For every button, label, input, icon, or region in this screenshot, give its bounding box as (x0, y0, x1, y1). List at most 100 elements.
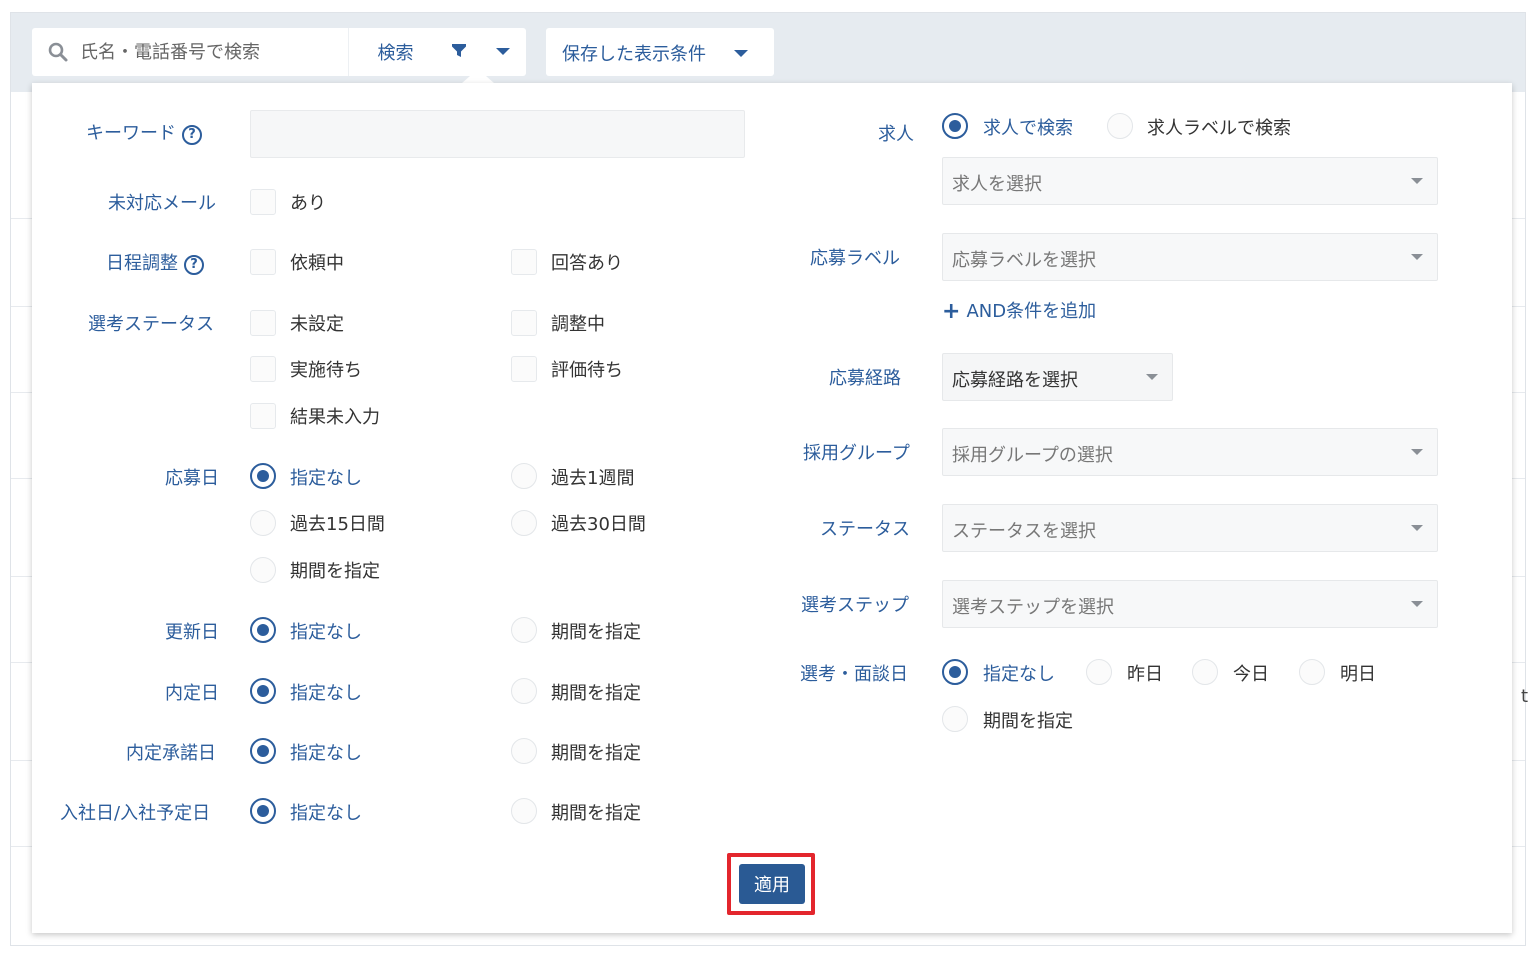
interview-range-radio[interactable] (942, 706, 968, 732)
search-icon (48, 42, 68, 62)
chevron-down-icon (496, 48, 510, 55)
join-date-label: 入社日/入社予定日 (60, 803, 211, 824)
plus-icon: + (942, 299, 961, 324)
add-condition-label: AND条件を追加 (966, 301, 1097, 322)
chevron-down-icon (1411, 449, 1423, 455)
step-label: 選考ステップ (801, 595, 909, 616)
saved-conditions-dropdown[interactable]: 保存した表示条件 (546, 28, 774, 76)
radio-label: 過去30日間 (551, 514, 646, 535)
schedule-requesting-checkbox[interactable] (250, 249, 276, 275)
updated-range-radio[interactable] (511, 617, 537, 643)
unreplied-mail-checkbox[interactable] (250, 189, 276, 215)
applied-15days-radio[interactable] (250, 510, 276, 536)
checkbox-label: 未設定 (290, 314, 344, 335)
status-evaluating-checkbox[interactable] (511, 356, 537, 382)
radio-label: 求人ラベルで検索 (1147, 118, 1291, 139)
radio-label: 明日 (1340, 664, 1376, 685)
job-label: 求人 (878, 124, 914, 145)
saved-conditions-label: 保存した表示条件 (562, 44, 706, 65)
radio-label: 指定なし (290, 743, 362, 764)
status-select[interactable]: ステータスを選択 (942, 504, 1438, 552)
panel-pointer (462, 69, 494, 83)
radio-label: 指定なし (983, 664, 1055, 685)
status-label: ステータス (820, 519, 910, 540)
route-label: 応募経路 (829, 368, 901, 389)
job-label-search-radio[interactable] (1107, 113, 1133, 139)
unreplied-mail-label: 未対応メール (108, 193, 216, 214)
keyword-input[interactable] (250, 110, 745, 158)
applied-30days-radio[interactable] (511, 510, 537, 536)
offer-date-label: 内定日 (165, 683, 219, 704)
route-select[interactable]: 応募経路を選択 (942, 353, 1173, 401)
status-no-result-checkbox[interactable] (250, 403, 276, 429)
checkbox-label: 依頼中 (290, 253, 344, 274)
interview-none-radio[interactable] (942, 659, 968, 685)
radio-label: 期間を指定 (551, 803, 641, 824)
radio-label: 過去1週間 (551, 468, 635, 489)
status-waiting-checkbox[interactable] (250, 356, 276, 382)
step-select[interactable]: 選考ステップを選択 (942, 580, 1438, 628)
checkbox-label: 評価待ち (551, 360, 623, 381)
keyword-label: キーワード? (86, 119, 202, 145)
select-placeholder: ステータスを選択 (952, 521, 1096, 542)
search-input[interactable] (80, 28, 342, 76)
offer-range-radio[interactable] (511, 678, 537, 704)
checkbox-label: あり (290, 193, 326, 214)
join-range-radio[interactable] (511, 798, 537, 824)
select-placeholder: 応募ラベルを選択 (952, 250, 1096, 271)
offer-accept-date-label: 内定承諾日 (126, 743, 216, 764)
applied-none-radio[interactable] (250, 463, 276, 489)
select-placeholder: 求人を選択 (952, 174, 1042, 195)
radio-label: 指定なし (290, 803, 362, 824)
radio-label: 指定なし (290, 622, 362, 643)
select-placeholder: 選考ステップを選択 (952, 597, 1114, 618)
group-select[interactable]: 採用グループの選択 (942, 428, 1438, 476)
application-label-select[interactable]: 応募ラベルを選択 (942, 233, 1438, 281)
job-select[interactable]: 求人を選択 (942, 157, 1438, 205)
radio-label: 期間を指定 (983, 711, 1073, 732)
chevron-down-icon (1146, 374, 1158, 380)
help-icon[interactable]: ? (184, 255, 204, 275)
status-unset-checkbox[interactable] (250, 310, 276, 336)
applied-date-label: 応募日 (165, 468, 219, 489)
radio-label: 過去15日間 (290, 514, 385, 535)
checkbox-label: 回答あり (551, 253, 623, 274)
updated-date-label: 更新日 (165, 622, 219, 643)
interview-tomorrow-radio[interactable] (1299, 659, 1325, 685)
schedule-label: 日程調整? (106, 249, 204, 275)
chevron-down-icon (1411, 525, 1423, 531)
offer-accept-range-radio[interactable] (511, 738, 537, 764)
radio-label: 期間を指定 (290, 561, 380, 582)
filter-icon (452, 44, 466, 57)
offer-none-radio[interactable] (250, 678, 276, 704)
search-box: 検索 (32, 28, 442, 76)
schedule-answered-checkbox[interactable] (511, 249, 537, 275)
checkbox-label: 実施待ち (290, 360, 362, 381)
updated-none-radio[interactable] (250, 617, 276, 643)
help-icon[interactable]: ? (182, 125, 202, 145)
join-none-radio[interactable] (250, 798, 276, 824)
status-adjusting-checkbox[interactable] (511, 310, 537, 336)
radio-label: 期間を指定 (551, 622, 641, 643)
applied-range-radio[interactable] (250, 557, 276, 583)
group-label: 採用グループ (803, 443, 910, 464)
table-cell-text: t (1520, 686, 1528, 707)
offer-accept-none-radio[interactable] (250, 738, 276, 764)
search-button[interactable]: 検索 (348, 28, 442, 76)
job-search-radio[interactable] (942, 113, 968, 139)
select-placeholder: 応募経路を選択 (952, 370, 1078, 391)
filter-panel: キーワード? 未対応メール あり 日程調整? 依頼中 回答あり 選考ステータス … (32, 83, 1512, 933)
interview-yesterday-radio[interactable] (1086, 659, 1112, 685)
radio-label: 指定なし (290, 683, 362, 704)
applied-1week-radio[interactable] (511, 463, 537, 489)
chevron-down-icon (734, 50, 748, 57)
selection-status-label: 選考ステータス (88, 314, 214, 335)
radio-label: 指定なし (290, 468, 362, 489)
apply-button[interactable]: 適用 (739, 864, 805, 904)
radio-label: 昨日 (1127, 664, 1163, 685)
radio-label: 求人で検索 (983, 118, 1073, 139)
interview-today-radio[interactable] (1192, 659, 1218, 685)
radio-label: 今日 (1233, 664, 1269, 685)
add-and-condition-link[interactable]: + AND条件を追加 (942, 297, 1096, 324)
select-placeholder: 採用グループの選択 (952, 445, 1113, 466)
